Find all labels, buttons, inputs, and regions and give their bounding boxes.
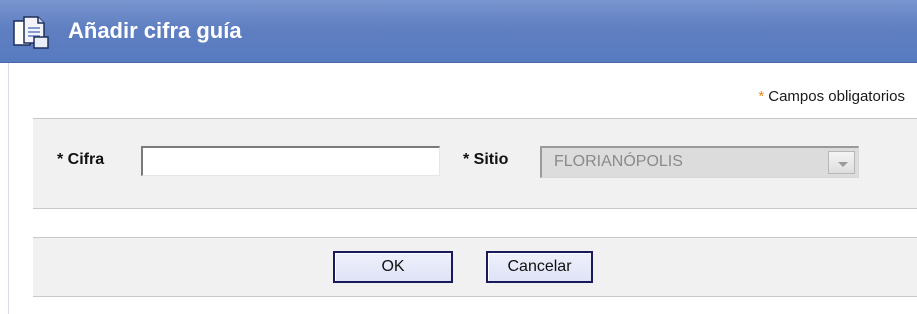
ok-button[interactable]: OK <box>333 251 453 283</box>
add-guide-figure-dialog: Añadir cifra guía * Campos obligatorios *… <box>0 0 917 314</box>
button-panel: OK Cancelar <box>33 237 917 297</box>
dialog-titlebar: Añadir cifra guía <box>0 0 917 63</box>
documents-icon <box>12 15 50 49</box>
dialog-left-edge <box>0 63 9 314</box>
sitio-select[interactable]: FLORIANÓPOLIS <box>540 146 859 178</box>
chevron-down-icon <box>838 162 848 167</box>
cifra-label: * Cifra <box>57 151 105 168</box>
dialog-title: Añadir cifra guía <box>68 18 242 43</box>
sitio-selected-value: FLORIANÓPOLIS <box>554 153 683 170</box>
sitio-dropdown-button[interactable] <box>828 151 855 174</box>
cifra-input[interactable] <box>141 146 440 176</box>
sitio-label: * Sitio <box>463 151 509 168</box>
required-asterisk: * <box>758 88 765 105</box>
required-fields-note: * Campos obligatorios <box>758 88 905 105</box>
cancel-button[interactable]: Cancelar <box>486 251 593 283</box>
required-note-text: Campos obligatorios <box>768 88 905 105</box>
form-panel: * Cifra * Sitio FLORIANÓPOLIS <box>33 118 917 209</box>
